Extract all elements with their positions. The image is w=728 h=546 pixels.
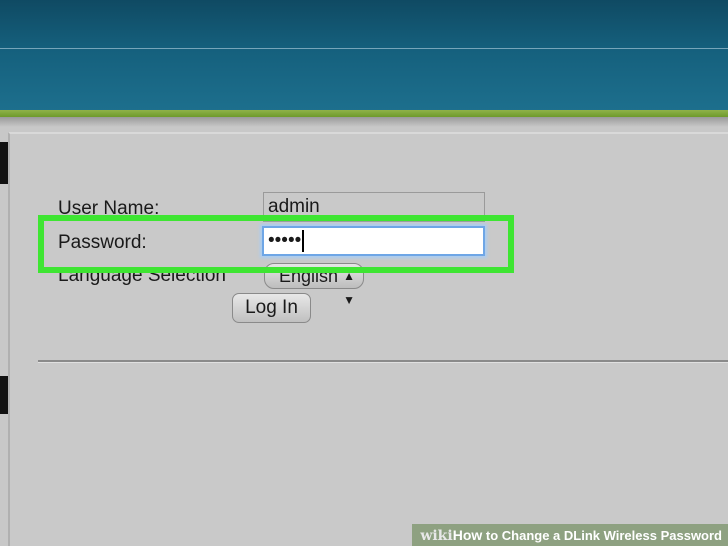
header-divider [0, 48, 728, 49]
text-caret [302, 229, 305, 252]
wikihow-watermark: wikiHow to Change a DLink Wireless Passw… [412, 524, 728, 546]
header-banner [0, 0, 728, 110]
language-selected-value: English [279, 266, 339, 286]
form-divider [38, 360, 728, 363]
side-tab [0, 376, 8, 414]
watermark-how: How [452, 527, 483, 543]
chevron-down-icon: ▲ ▼ [343, 269, 355, 307]
language-label: Language Selection [58, 265, 226, 286]
header-shadow [0, 117, 728, 127]
login-button[interactable]: Log In [232, 293, 311, 323]
username-value: admin [268, 196, 320, 217]
password-value: ••••• [268, 230, 302, 251]
watermark-brand: wiki [420, 528, 453, 544]
router-login-page: User Name: admin Password: ••••• Languag… [0, 0, 728, 546]
watermark-title: to Change a DLink Wireless Password [482, 528, 722, 543]
side-tab [0, 142, 8, 184]
username-field[interactable]: admin [263, 192, 485, 222]
header-accent-bar [0, 110, 728, 117]
language-select[interactable]: English ▲ ▼ [264, 263, 364, 307]
username-label: User Name: [58, 198, 160, 219]
password-field[interactable]: ••••• [262, 226, 485, 256]
password-label: Password: [58, 232, 147, 253]
